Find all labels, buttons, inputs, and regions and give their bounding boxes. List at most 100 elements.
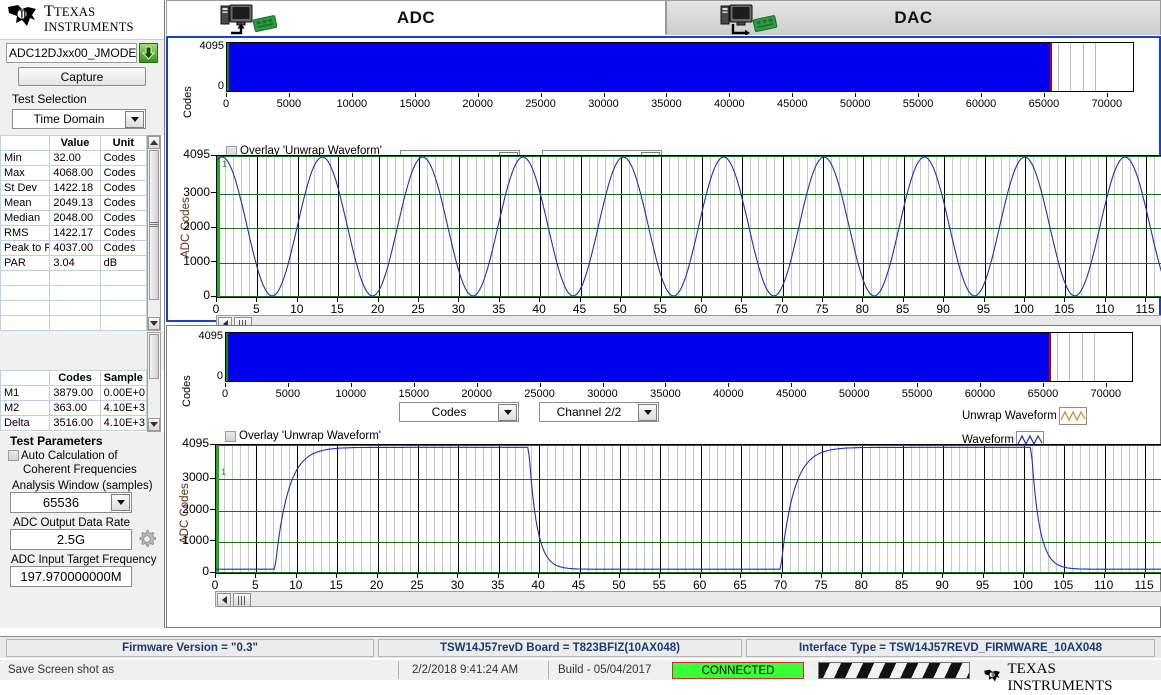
waveform-x-tick-label: 105 xyxy=(1054,302,1074,316)
table-row[interactable]: Peak to P4037.00Codes xyxy=(1,241,147,256)
waveform-x-tick-label: 50 xyxy=(613,302,626,316)
overview-x-tick-label: 45000 xyxy=(777,98,808,110)
analysis-window-dropdown[interactable]: 65536 xyxy=(10,492,132,513)
overview-plot-1[interactable] xyxy=(226,42,1134,92)
table-row[interactable] xyxy=(1,301,147,316)
waveform-x-tick-label: 100 xyxy=(1013,578,1033,592)
waveform-x-tick-label: 75 xyxy=(815,302,828,316)
tab-dac[interactable]: DAC xyxy=(666,0,1161,35)
save-screenshot-label[interactable]: Save Screen shot as xyxy=(8,664,114,676)
waveform-x-tick-label: 70 xyxy=(774,578,787,592)
application-window: TTEXAS INSTRUMENTS ADC12DJxx00_JMODE Cap… xyxy=(0,0,1161,680)
overview-plot-2[interactable] xyxy=(225,332,1133,382)
overview-x-tick xyxy=(1106,383,1107,387)
capture-button[interactable]: Capture xyxy=(18,67,146,86)
overview-x-tick xyxy=(1044,93,1045,97)
auto-calculation-label-1: Auto Calculation of xyxy=(21,450,151,463)
tab-adc[interactable]: ADC xyxy=(166,0,666,35)
auto-calculation-label-2: Coherent Frequencies xyxy=(23,464,160,477)
pc-to-board-icon xyxy=(219,3,281,35)
pc-to-board-icon xyxy=(719,3,781,35)
test-selection-dropdown[interactable]: Time Domain xyxy=(12,109,146,129)
waveform-y-tick-label: 0 xyxy=(167,564,209,578)
legend-unwrap-waveform-2[interactable]: Unwrap Waveform xyxy=(962,407,1087,425)
marker-scroll-thumb[interactable] xyxy=(149,334,159,379)
table-row[interactable]: RMS1422.17Codes xyxy=(1,226,147,241)
tab-dac-label: DAC xyxy=(894,8,932,28)
connection-status-badge: CONNECTED xyxy=(672,662,804,679)
overview-data-end-marker xyxy=(1049,333,1051,381)
stats-header-value: Value xyxy=(50,136,100,151)
waveform-x-tick-label: 25 xyxy=(410,578,423,592)
statistics-scrollbar[interactable] xyxy=(147,135,161,331)
overview-x-tick xyxy=(980,383,981,387)
waveform-x-tick-label: 0 xyxy=(213,302,220,316)
table-row[interactable]: Min32.00Codes xyxy=(1,151,147,166)
stats-row-value xyxy=(50,316,100,331)
waveform-x-tick-label: 40 xyxy=(531,578,544,592)
waveform-marker-badge-2: 1 xyxy=(221,467,226,477)
scroll-down-button[interactable] xyxy=(148,317,160,330)
device-name-field[interactable]: ADC12DJxx00_JMODE xyxy=(6,43,137,63)
table-row[interactable]: M2363.004.10E+3 xyxy=(1,401,147,416)
overview-y-tick-min-2: 0 xyxy=(181,370,223,382)
auto-calculation-checkbox-row[interactable]: Auto Calculation of Coherent Frequencies xyxy=(8,450,160,477)
interface-type-segment: Interface Type = TSW14J57REVD_FIRMWARE_1… xyxy=(746,639,1155,657)
stats-row-name xyxy=(1,271,50,286)
info-bar: Firmware Version = "0.3" TSW14J57revD Bo… xyxy=(0,636,1161,658)
stats-row-value: 1422.17 xyxy=(50,226,100,241)
stats-row-name: RMS xyxy=(1,226,50,241)
marker-scrollbar[interactable] xyxy=(147,332,161,432)
stats-row-name: Min xyxy=(1,151,50,166)
stats-row-name: Peak to P xyxy=(1,241,50,256)
left-control-panel: TTEXAS INSTRUMENTS ADC12DJxx00_JMODE Cap… xyxy=(0,0,165,628)
scroll-thumb[interactable] xyxy=(149,150,159,300)
table-row[interactable]: PAR3.04dB xyxy=(1,256,147,271)
overlay-checkbox-2[interactable] xyxy=(225,431,236,442)
waveform-plot-1[interactable]: 1 xyxy=(216,155,1161,298)
table-row[interactable] xyxy=(1,316,147,331)
tab-bar: ADC xyxy=(166,0,1161,36)
channel-dropdown-2[interactable]: Channel 2/2 xyxy=(539,402,659,422)
table-row[interactable] xyxy=(1,286,147,301)
waveform-trace xyxy=(216,445,1161,573)
table-row[interactable]: M13879.000.00E+0 xyxy=(1,386,147,401)
datetime-label: 2/2/2018 9:41:24 AM xyxy=(412,664,518,676)
table-row[interactable]: St Dev1422.18Codes xyxy=(1,181,147,196)
table-row[interactable]: Mean2049.13Codes xyxy=(1,196,147,211)
table-header-row: ValueUnit xyxy=(1,136,147,151)
marker-row-name: M2 xyxy=(1,401,50,416)
stats-row-unit: Codes xyxy=(100,226,146,241)
overview-x-tick-label: 15000 xyxy=(400,98,431,110)
test-selection-value: Time Domain xyxy=(13,112,125,126)
unit-dropdown-2[interactable]: Codes xyxy=(399,402,519,422)
table-row[interactable]: Median2048.00Codes xyxy=(1,211,147,226)
hscroll-left-button-2[interactable] xyxy=(217,593,231,607)
download-arrow-icon[interactable] xyxy=(139,43,158,63)
table-row[interactable]: Max4068.00Codes xyxy=(1,166,147,181)
waveform-plot-2[interactable]: 1 xyxy=(215,444,1161,574)
table-row[interactable] xyxy=(1,271,147,286)
stats-row-value xyxy=(50,286,100,301)
hscroll-thumb-2[interactable] xyxy=(233,593,251,607)
waveform-hscroll-2[interactable] xyxy=(215,591,1161,607)
auto-calculation-checkbox[interactable] xyxy=(8,450,19,461)
overview-x-tick-label: 70000 xyxy=(1092,98,1123,110)
waveform-x-tick-label: 50 xyxy=(612,578,625,592)
overlay-checkbox-row-2[interactable]: Overlay 'Unwrap Waveform' xyxy=(225,430,381,442)
input-target-frequency-field[interactable]: 197.970000000M xyxy=(10,566,132,587)
waveform-y-tick-label: 3000 xyxy=(167,470,209,484)
marker-row-name: M1 xyxy=(1,386,50,401)
overview-x-tick xyxy=(351,383,352,387)
waveform-y-tick-label: 4095 xyxy=(168,147,210,161)
waveform-x-tick-label: 10 xyxy=(290,302,303,316)
table-row[interactable]: Delta3516.004.10E+3 xyxy=(1,416,147,431)
scroll-up-button[interactable] xyxy=(148,136,160,149)
overview-x-tick xyxy=(225,383,226,387)
marker-scroll-down-button[interactable] xyxy=(148,418,160,431)
output-data-rate-field[interactable]: 2.5G xyxy=(10,529,132,550)
gear-icon[interactable] xyxy=(136,528,158,550)
waveform-x-tick-label: 45 xyxy=(573,302,586,316)
chevron-down-icon xyxy=(125,111,144,128)
overview-x-tick-label: 50000 xyxy=(839,388,870,400)
